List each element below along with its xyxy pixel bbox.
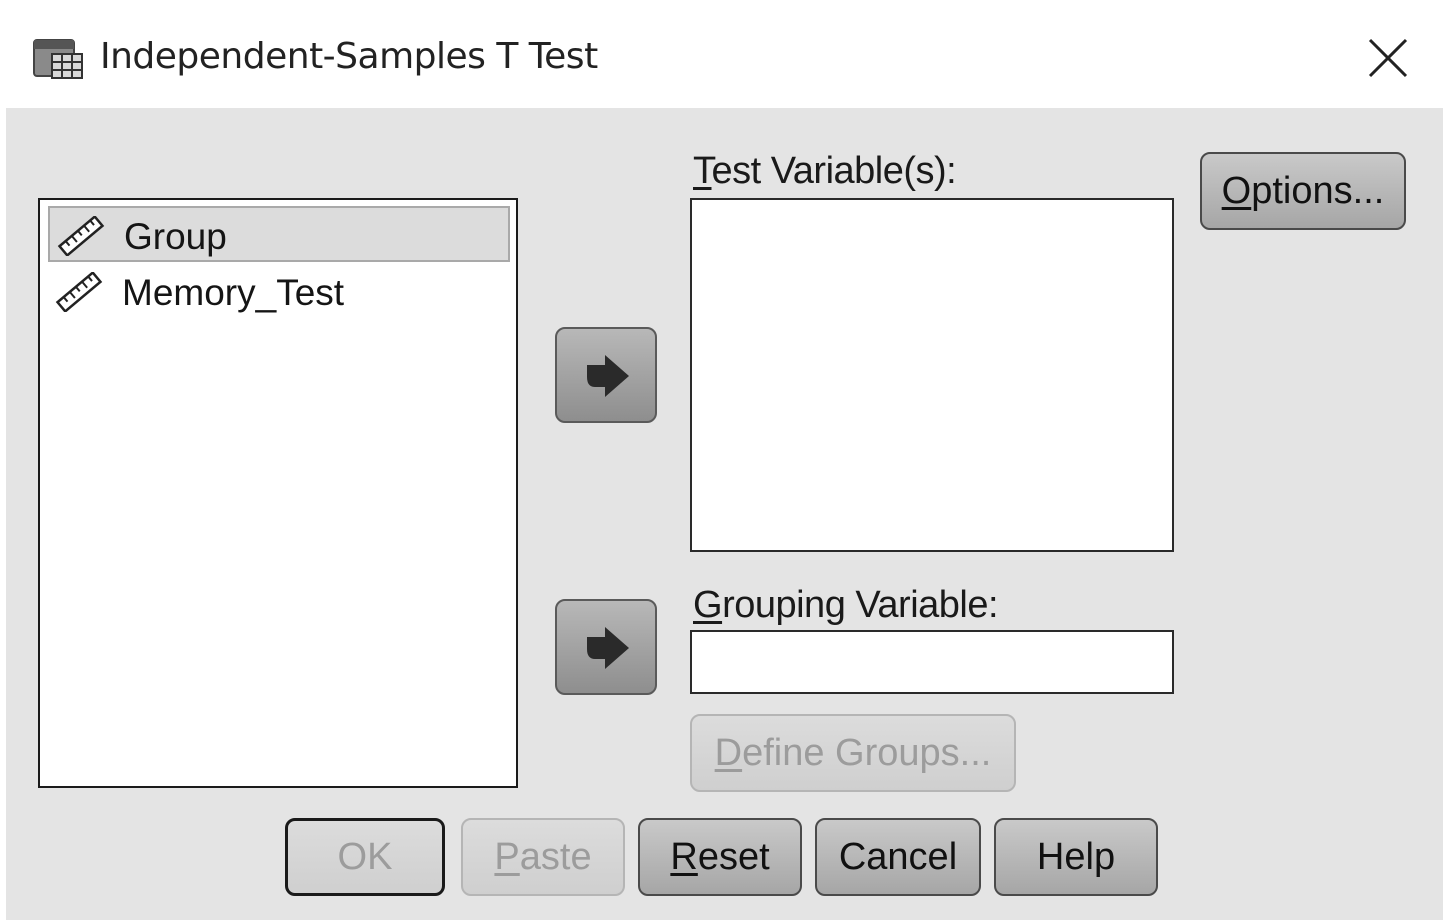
source-variable-list[interactable]: Group Memory_Test xyxy=(38,198,518,788)
close-icon[interactable] xyxy=(1360,30,1416,86)
ruler-icon xyxy=(57,216,105,256)
variable-item-memory-test[interactable]: Memory_Test xyxy=(48,264,510,320)
variable-label: Group xyxy=(124,216,227,257)
grouping-variable-label: Grouping Variable: xyxy=(693,584,999,626)
paste-button[interactable]: Paste xyxy=(461,818,625,896)
ok-button[interactable]: OK xyxy=(285,818,445,896)
test-variables-list[interactable] xyxy=(690,198,1174,552)
dialog-title: Independent-Samples T Test xyxy=(100,36,598,77)
define-groups-button[interactable]: Define Groups... xyxy=(690,714,1016,792)
variable-label: Memory_Test xyxy=(122,272,345,313)
options-button[interactable]: Options... xyxy=(1200,152,1406,230)
move-to-grouping-variable-button[interactable] xyxy=(555,599,657,695)
variable-item-group[interactable]: Group xyxy=(48,206,510,262)
title-bar: Independent-Samples T Test xyxy=(0,0,1443,108)
move-to-test-variables-button[interactable] xyxy=(555,327,657,423)
arrow-right-icon xyxy=(587,355,629,397)
spreadsheet-dialog-icon xyxy=(33,39,83,79)
reset-button[interactable]: Reset xyxy=(638,818,802,896)
test-variables-label: Test Variable(s): xyxy=(693,150,957,192)
help-button[interactable]: Help xyxy=(994,818,1158,896)
ruler-icon xyxy=(55,272,103,312)
grouping-variable-field[interactable] xyxy=(690,630,1174,694)
cancel-button[interactable]: Cancel xyxy=(815,818,981,896)
arrow-right-icon xyxy=(587,627,629,669)
